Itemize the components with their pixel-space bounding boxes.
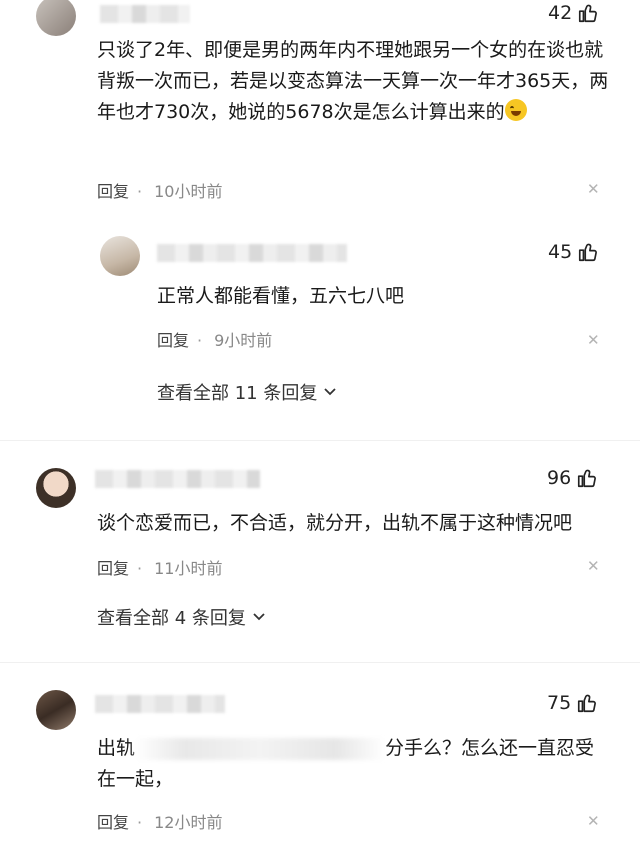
comment-text: 谈个恋爱而已，不合适，就分开，出轨不属于这种情况吧 (97, 512, 573, 534)
view-all-replies-button[interactable]: 查看全部 11 条回复 (157, 379, 337, 405)
like-count: 96 (547, 467, 572, 489)
reply-button[interactable]: 回复 (97, 559, 129, 578)
comment-meta: 回复 · 11小时前 (97, 559, 223, 578)
reply-button[interactable]: 回复 (157, 331, 189, 350)
timestamp: 10小时前 (154, 182, 223, 201)
like-count: 42 (548, 2, 573, 24)
thumbs-up-icon (577, 241, 599, 263)
reply-button[interactable]: 回复 (97, 813, 129, 832)
like-button[interactable]: 42 (548, 2, 599, 24)
like-count: 45 (548, 241, 573, 263)
avatar[interactable] (100, 236, 140, 276)
timestamp: 12小时前 (154, 813, 223, 832)
username-blurred[interactable] (95, 470, 260, 488)
like-button[interactable]: 45 (548, 241, 599, 263)
chevron-down-icon (253, 613, 265, 621)
reply-button[interactable]: 回复 (97, 182, 129, 201)
avatar[interactable] (36, 468, 76, 508)
avatar[interactable] (36, 0, 76, 36)
timestamp: 11小时前 (154, 559, 223, 578)
thumbs-up-icon (576, 467, 598, 489)
close-icon[interactable]: ✕ (587, 557, 600, 575)
avatar[interactable] (36, 690, 76, 730)
username-blurred[interactable] (95, 695, 225, 713)
close-icon[interactable]: ✕ (587, 180, 600, 198)
username-blurred[interactable] (100, 5, 190, 23)
like-button[interactable]: 75 (547, 692, 598, 714)
like-button[interactable]: 96 (547, 467, 598, 489)
thumbs-up-icon (577, 2, 599, 24)
divider (0, 440, 640, 441)
laughing-tears-emoji-icon (504, 99, 527, 121)
like-count: 75 (547, 692, 572, 714)
close-icon[interactable]: ✕ (587, 331, 600, 349)
comment-text: 只谈了2年、即便是男的两年内不理她跟另一个女的在谈也就背叛一次而已，若是以变态算… (97, 39, 609, 123)
comment-text: 出轨 分手么？怎么还一直忍受 在一起， (97, 737, 595, 790)
view-all-replies-button[interactable]: 查看全部 4 条回复 (97, 604, 266, 630)
divider (0, 662, 640, 663)
username-blurred[interactable] (157, 244, 347, 262)
censored-text-blur (135, 737, 386, 760)
chevron-down-icon (324, 388, 336, 396)
close-icon[interactable]: ✕ (587, 812, 600, 830)
timestamp: 9小时前 (214, 331, 273, 350)
reply-meta: 回复 · 9小时前 (157, 331, 273, 350)
thumbs-up-icon (576, 692, 598, 714)
comment-meta: 回复 · 12小时前 (97, 813, 223, 832)
reply-text: 正常人都能看懂，五六七八吧 (157, 285, 405, 307)
comment-meta: 回复 · 10小时前 (97, 182, 223, 201)
